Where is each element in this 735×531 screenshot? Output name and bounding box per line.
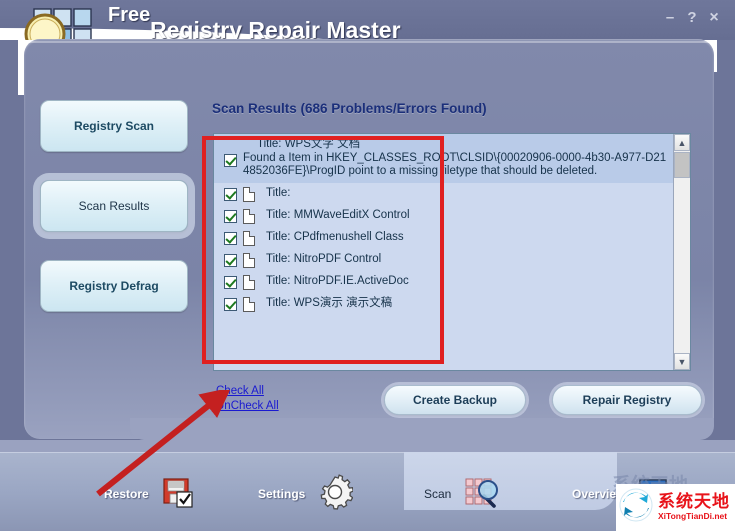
toolbar-item-label: Restore <box>104 487 149 501</box>
toolbar-item-label: Scan <box>424 487 451 501</box>
application-window: Free Registry Repair Master – ? × Regist… <box>0 0 735 531</box>
scrollbar-thumb[interactable] <box>674 152 690 178</box>
watermark-english: XiTongTianDi.net <box>658 511 730 522</box>
list-item-label: Title: CPdfmenushell Class <box>266 230 404 245</box>
scroll-up-arrow-icon[interactable]: ▲ <box>674 134 690 151</box>
list-item-checkbox[interactable] <box>224 276 237 289</box>
list-item[interactable]: Title: <box>214 183 673 205</box>
content-panel-notch <box>130 418 714 440</box>
help-button[interactable]: ? <box>683 10 701 28</box>
document-icon <box>243 253 255 268</box>
page-title: Scan Results (686 Problems/Errors Found) <box>212 101 487 116</box>
list-item-checkbox[interactable] <box>224 254 237 267</box>
list-item-description: Found a Item in HKEY_CLASSES_ROOT\CLSID\… <box>243 152 669 178</box>
sidebar-item-label: Registry Defrag <box>69 279 158 293</box>
list-item-checkbox[interactable] <box>224 188 237 201</box>
sidebar-item-label: Registry Scan <box>74 119 154 133</box>
repair-registry-button[interactable]: Repair Registry <box>552 385 702 415</box>
list-item-title: Title: WPS文字 文档 <box>257 136 669 152</box>
document-icon <box>243 297 255 312</box>
panel-highlight <box>26 41 712 43</box>
document-icon <box>243 209 255 224</box>
document-icon <box>243 187 255 202</box>
list-item-checkbox[interactable] <box>224 210 237 223</box>
list-item[interactable]: Title: NitroPDF Control <box>214 249 673 271</box>
document-icon <box>243 275 255 290</box>
sidebar-item-label: Scan Results <box>79 199 150 213</box>
check-all-link[interactable]: Check All <box>216 385 264 397</box>
floppy-disk-check-icon <box>161 475 195 514</box>
uncheck-all-link[interactable]: UnCheck All <box>216 400 279 412</box>
app-title-free: Free <box>108 4 150 27</box>
sidebar-item-scan-results[interactable]: Scan Results <box>40 180 188 232</box>
list-item-label: Title: NitroPDF.IE.ActiveDoc <box>266 274 409 289</box>
watermark-logo-icon <box>616 485 656 530</box>
minimize-button[interactable]: – <box>661 10 679 28</box>
list-item-label: Title: MMWaveEditX Control <box>266 208 410 223</box>
toolbar-item-restore[interactable]: Restore <box>104 474 195 514</box>
title-bar: Free Registry Repair Master – ? × <box>0 0 735 40</box>
close-button[interactable]: × <box>705 10 723 28</box>
scan-results-list[interactable]: Title: WPS文字 文档 Found a Item in HKEY_CLA… <box>213 133 691 371</box>
create-backup-button[interactable]: Create Backup <box>384 385 526 415</box>
watermark-text: 系统天地 XiTongTianDi.net <box>658 493 730 522</box>
list-item-checkbox[interactable] <box>224 154 237 167</box>
scan-results-list-inner: Title: WPS文字 文档 Found a Item in HKEY_CLA… <box>214 134 673 370</box>
toolbar-item-settings[interactable]: Settings <box>258 474 353 514</box>
list-item[interactable]: Title: MMWaveEditX Control <box>214 205 673 227</box>
list-scrollbar[interactable]: ▲ ▼ <box>673 134 690 370</box>
watermark-chinese: 系统天地 <box>658 493 730 511</box>
registry-grid-magnifier-icon <box>463 475 501 514</box>
scroll-down-arrow-icon[interactable]: ▼ <box>674 353 690 370</box>
list-item[interactable]: Title: WPS演示 演示文稿 <box>214 293 673 315</box>
list-item-checkbox[interactable] <box>224 298 237 311</box>
list-item-label: Title: <box>266 186 291 201</box>
sidebar-item-registry-scan[interactable]: Registry Scan <box>40 100 188 152</box>
toolbar-item-label: Settings <box>258 487 305 501</box>
list-item[interactable]: Title: NitroPDF.IE.ActiveDoc <box>214 271 673 293</box>
list-item[interactable]: Title: CPdfmenushell Class <box>214 227 673 249</box>
list-item-label: Title: WPS演示 演示文稿 <box>266 296 392 311</box>
watermark: 系统天地 XiTongTianDi.net <box>616 484 735 531</box>
list-item-selected[interactable]: Title: WPS文字 文档 Found a Item in HKEY_CLA… <box>214 134 673 183</box>
gear-icon <box>317 474 353 515</box>
list-item-label: Title: NitroPDF Control <box>266 252 381 267</box>
document-icon <box>243 231 255 246</box>
sidebar-item-registry-defrag[interactable]: Registry Defrag <box>40 260 188 312</box>
list-item-checkbox[interactable] <box>224 232 237 245</box>
toolbar-item-scan[interactable]: Scan <box>424 474 501 514</box>
